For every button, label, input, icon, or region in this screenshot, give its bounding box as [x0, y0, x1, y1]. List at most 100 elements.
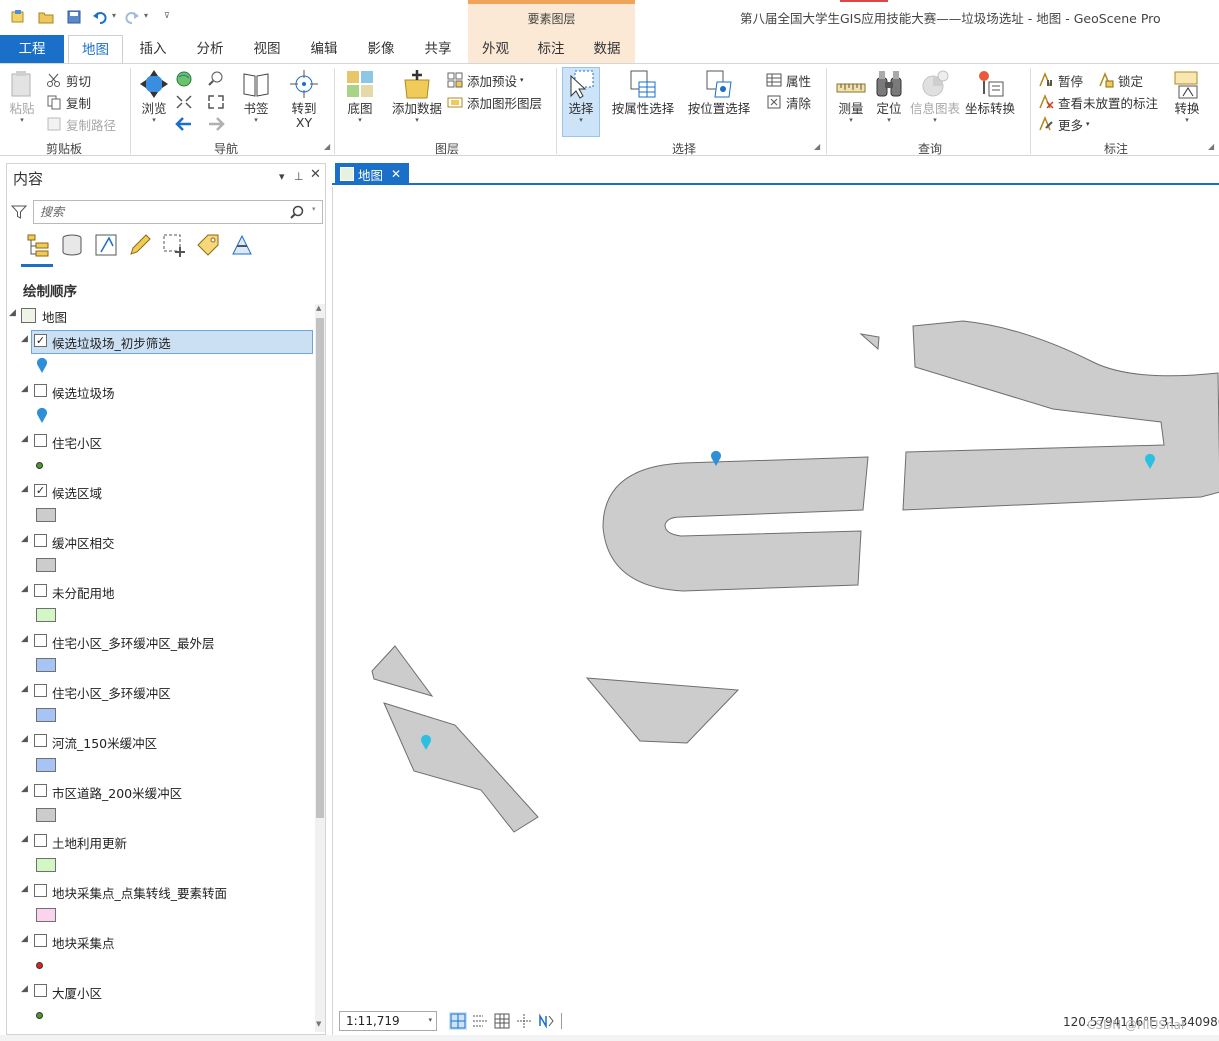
collapse-icon[interactable]: ◢	[21, 534, 28, 544]
layer-row[interactable]: ◢ 大厦小区	[7, 980, 315, 1002]
list-by-perspective-icon[interactable]	[229, 232, 255, 258]
north-arrow-icon[interactable]	[537, 1012, 555, 1030]
layer-visibility-checkbox[interactable]	[34, 634, 47, 647]
locate-button[interactable]: 定位 ▾	[872, 68, 906, 124]
scroll-up-icon[interactable]: ▲	[316, 304, 321, 312]
basemap-button[interactable]: 底图 ▾	[340, 68, 380, 124]
layer-row[interactable]: ◢ 地块采集点	[7, 930, 315, 952]
view-unplaced-labels-button[interactable]: 查看未放置的标注	[1038, 93, 1158, 111]
polygon-symbol-patch[interactable]	[36, 508, 56, 522]
layer-symbol-row[interactable]	[7, 355, 315, 377]
layer-row[interactable]: ◢ 河流_150米缓冲区	[7, 730, 315, 752]
add-graphics-layer-button[interactable]: 添加图形图层	[447, 93, 542, 111]
tab-edit[interactable]: 编辑	[298, 35, 350, 63]
select-by-location-button[interactable]: 按位置选择	[686, 68, 752, 116]
collapse-icon[interactable]: ◢	[21, 734, 28, 744]
point-symbol-dot[interactable]	[36, 962, 43, 969]
layer-visibility-checkbox[interactable]	[34, 984, 47, 997]
layer-symbol-row[interactable]	[7, 455, 315, 477]
customize-icon[interactable]: ⊽	[164, 11, 170, 20]
map-view-toggle-icon[interactable]	[449, 1012, 467, 1030]
layer-symbol-row[interactable]	[7, 905, 315, 927]
layer-row[interactable]: ◢ 市区道路_200米缓冲区	[7, 780, 315, 802]
list-by-drawing-order-icon[interactable]	[25, 232, 51, 258]
full-extent-icon[interactable]	[174, 70, 194, 88]
attributes-button[interactable]: 属性	[766, 71, 811, 89]
layer-symbol-row[interactable]	[7, 605, 315, 627]
paste-button[interactable]: 粘贴 ▾	[4, 68, 40, 124]
candidate-area-polygon[interactable]	[602, 456, 869, 592]
map-pin-icon[interactable]	[36, 357, 48, 373]
tab-map[interactable]: 地图	[68, 35, 123, 64]
selection-launcher-icon[interactable]: ◢	[814, 142, 820, 151]
layer-symbol-row[interactable]	[7, 405, 315, 427]
copy-button[interactable]: 复制	[46, 93, 91, 111]
polygon-symbol-patch[interactable]	[36, 608, 56, 622]
scroll-down-icon[interactable]: ▼	[316, 1020, 321, 1028]
layer-symbol-row[interactable]	[7, 1005, 315, 1027]
fixed-zoom-out-icon[interactable]	[206, 93, 226, 111]
tab-analysis[interactable]: 分析	[184, 35, 236, 63]
bookmarks-button[interactable]: 书签 ▾	[238, 68, 274, 124]
next-extent-icon[interactable]	[206, 115, 226, 133]
layer-symbol-row[interactable]	[7, 555, 315, 577]
layer-visibility-checkbox[interactable]	[34, 834, 47, 847]
layer-row[interactable]: ◢ 候选垃圾场	[7, 380, 315, 402]
collapse-icon[interactable]: ◢	[21, 384, 28, 394]
candidate-area-polygon[interactable]	[383, 702, 539, 833]
explore-button[interactable]: 浏览 ▾	[136, 68, 172, 124]
close-pane-icon[interactable]: ✕	[310, 167, 321, 182]
tab-labeling[interactable]: 标注	[523, 35, 579, 63]
tab-insert[interactable]: 插入	[128, 35, 178, 63]
layer-visibility-checkbox[interactable]	[34, 534, 47, 547]
collapse-icon[interactable]: ◢	[21, 484, 28, 494]
layer-row[interactable]: ◢ ✓ 候选垃圾场_初步筛选	[7, 330, 315, 354]
layer-row[interactable]: ◢ 未分配用地	[7, 580, 315, 602]
layer-visibility-checkbox[interactable]	[34, 434, 47, 447]
tab-view[interactable]: 视图	[242, 35, 292, 63]
convert-labels-button[interactable]: 转换 ▾	[1168, 68, 1206, 124]
fixed-zoom-in-icon[interactable]	[174, 93, 194, 111]
tab-appearance[interactable]: 外观	[468, 35, 523, 63]
constraints-icon[interactable]	[515, 1012, 533, 1030]
point-symbol-dot[interactable]	[36, 1012, 43, 1019]
cut-button[interactable]: 剪切	[46, 71, 91, 89]
layer-symbol-row[interactable]	[7, 855, 315, 877]
undo-icon[interactable]	[92, 9, 108, 25]
collapse-icon[interactable]: ◢	[21, 934, 28, 944]
redo-dropdown[interactable]: ▾	[144, 11, 148, 20]
tab-imagery[interactable]: 影像	[356, 35, 406, 63]
layer-visibility-checkbox[interactable]	[34, 384, 47, 397]
list-by-labeling-icon[interactable]	[195, 232, 221, 258]
labeling-launcher-icon[interactable]: ◢	[1208, 142, 1214, 151]
candidate-area-polygon[interactable]	[585, 677, 740, 744]
layer-visibility-checkbox[interactable]	[34, 784, 47, 797]
collapse-icon[interactable]: ◢	[21, 584, 28, 594]
tab-data[interactable]: 数据	[579, 35, 635, 63]
clear-selection-button[interactable]: 清除	[766, 93, 811, 111]
candidate-area-polygon[interactable]	[371, 645, 434, 697]
list-by-snapping-icon[interactable]	[161, 232, 187, 258]
polygon-symbol-patch[interactable]	[36, 758, 56, 772]
collapse-icon[interactable]: ◢	[21, 784, 28, 794]
close-icon[interactable]: ✕	[391, 167, 401, 181]
layer-visibility-checkbox[interactable]	[34, 584, 47, 597]
layer-visibility-checkbox[interactable]	[34, 684, 47, 697]
layer-symbol-row[interactable]	[7, 705, 315, 727]
search-options-icon[interactable]: ▾	[312, 205, 316, 213]
collapse-icon[interactable]: ◢	[21, 884, 28, 894]
grid-icon[interactable]	[493, 1012, 511, 1030]
snapping-icon[interactable]	[471, 1012, 489, 1030]
pin-pane-icon[interactable]: ⊥	[294, 170, 304, 183]
collapse-icon[interactable]: ◢	[9, 308, 16, 318]
collapse-icon[interactable]: ◢	[21, 434, 28, 444]
polygon-symbol-patch[interactable]	[36, 808, 56, 822]
layer-visibility-checkbox[interactable]: ✓	[34, 484, 47, 497]
point-symbol-dot[interactable]	[36, 462, 43, 469]
zoom-in-icon[interactable]	[206, 70, 226, 88]
map-node[interactable]: ◢ 地图	[7, 304, 315, 326]
layer-visibility-checkbox[interactable]	[34, 934, 47, 947]
redo-icon[interactable]	[124, 9, 140, 25]
collapse-icon[interactable]: ◢	[21, 834, 28, 844]
polygon-symbol-patch[interactable]	[36, 708, 56, 722]
